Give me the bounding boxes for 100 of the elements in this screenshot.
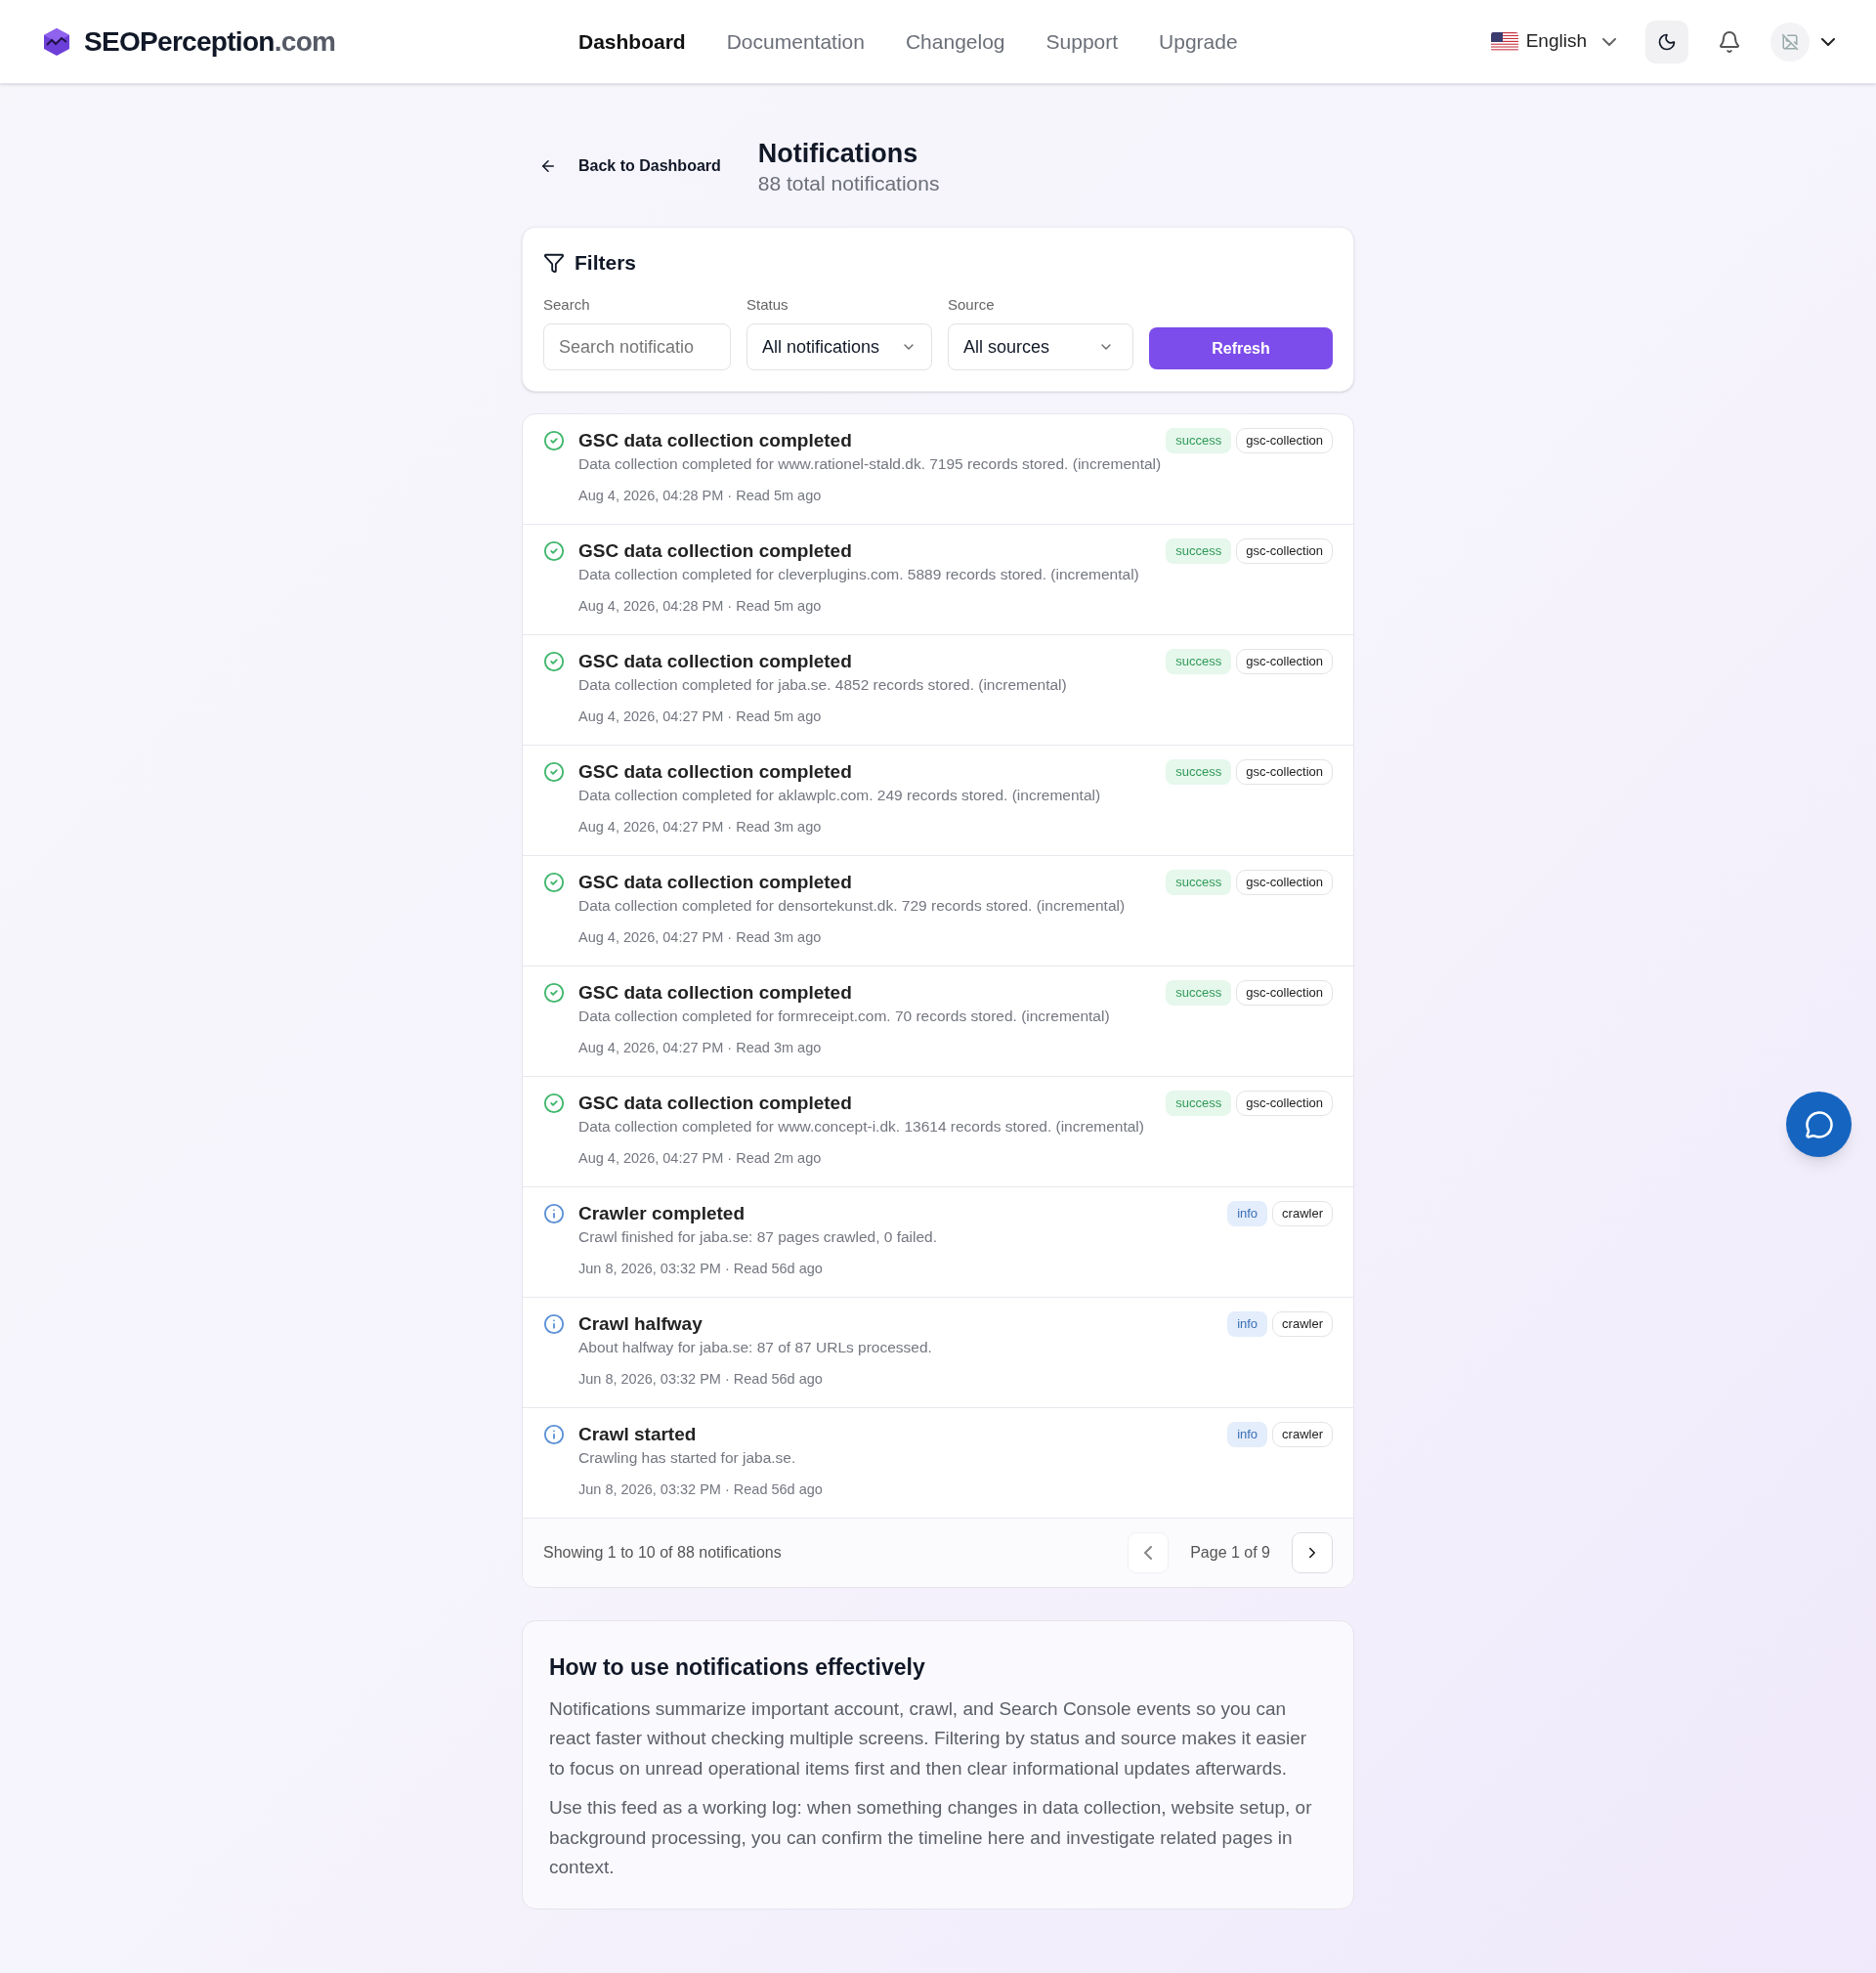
notification-timestamp: Jun 8, 2026, 03:32 PM · Read 56d ago — [578, 1370, 824, 1389]
notification-title: GSC data collection completed — [578, 760, 852, 784]
check-circle-icon — [543, 540, 565, 562]
notification-timestamp: Aug 4, 2026, 04:27 PM · Read 2m ago — [578, 1149, 823, 1168]
notifications-bell-icon[interactable] — [1718, 29, 1741, 54]
notification-row[interactable]: GSC data collection completed success gsc-collection Data collection completed for aklawplc.com. 249 records stored. (incremental) Aug 4, 2026, 04:27 PM · Read 3m ago — [523, 746, 1353, 856]
check-circle-icon — [543, 761, 565, 783]
source-badge: crawler — [1272, 1201, 1333, 1226]
info-icon — [543, 1313, 565, 1335]
info-icon — [543, 1424, 565, 1445]
chevron-down-icon — [1602, 37, 1616, 46]
source-select[interactable]: All sources — [948, 323, 1133, 370]
status-badge: success — [1166, 428, 1232, 453]
chevron-down-icon — [1821, 37, 1835, 46]
notification-timestamp: Aug 4, 2026, 04:27 PM · Read 3m ago — [578, 818, 823, 836]
notification-message: Data collection completed for cleverplugins.com. 5889 records stored. (incremental) — [578, 565, 1140, 584]
notification-message: Data collection completed for formreceipt.com. 70 records stored. (incremental) — [578, 1007, 1111, 1026]
search-field[interactable]: Search notificatio — [543, 323, 731, 370]
field-label: Status — [746, 294, 789, 315]
notification-row[interactable]: GSC data collection completed success gsc-collection Data collection completed for cleverplugins.com. 5889 records stored. (incremental) Aug 4, 2026, 04:28 PM · Read 5m ago — [523, 525, 1353, 635]
notification-title: Crawl started — [578, 1423, 697, 1446]
help-paragraph: Use this feed as a working log: when something changes in data collection, website setup, or background processing, you can confirm the timeline here and investigate related pages in context. — [549, 1796, 1313, 1879]
help-paragraph: Notifications summarize important account, crawl, and Search Console events so you can react faster without checking multiple screens. Filtering by status and source makes it easier to focus on unread operational items first and then clear informational updates afterwards. — [549, 1696, 1308, 1780]
notification-timestamp: Jun 8, 2026, 03:32 PM · Read 56d ago — [578, 1260, 824, 1278]
nav-link[interactable]: Support — [1045, 25, 1119, 58]
notification-row[interactable]: GSC data collection completed success gsc-collection Data collection completed for jaba.se. 4852 records stored. (incremental) Aug 4, 2026, 04:27 PM · Read 5m ago — [523, 635, 1353, 746]
status-badge: success — [1166, 870, 1232, 895]
notification-timestamp: Jun 8, 2026, 03:32 PM · Read 56d ago — [578, 1480, 824, 1499]
pagination-summary: Showing 1 to 10 of 88 notifications — [543, 1543, 782, 1563]
notification-message: Data collection completed for jaba.se. 4852 records stored. (incremental) — [578, 675, 1068, 695]
notification-title: GSC data collection completed — [578, 871, 852, 894]
status-badge: success — [1166, 538, 1232, 564]
status-badge: info — [1227, 1311, 1268, 1337]
back-to-dashboard-link[interactable]: Back to Dashboard — [539, 154, 721, 178]
nav-link[interactable]: Changelog — [905, 25, 1005, 58]
status-badge: success — [1166, 649, 1232, 674]
back-link-text: Back to Dashboard — [578, 156, 721, 176]
notification-row[interactable]: GSC data collection completed success gsc-collection Data collection completed for densortekunst.dk. 729 records stored. (incremental) Aug 4, 2026, 04:27 PM · Read 3m ago — [523, 856, 1353, 966]
notification-row[interactable]: GSC data collection completed success gsc-collection Data collection completed for www.concept-i.dk. 13614 records stored. (incremental) Aug 4, 2026, 04:27 PM · Read 2m ago — [523, 1077, 1353, 1187]
chat-button[interactable] — [1786, 1092, 1852, 1157]
notification-title: GSC data collection completed — [578, 650, 852, 673]
notification-title: Crawler completed — [578, 1202, 745, 1225]
source-badge: crawler — [1272, 1311, 1333, 1337]
filter-icon — [543, 251, 565, 274]
cube-logo-icon — [41, 25, 72, 58]
refresh-button[interactable]: Refresh — [1149, 327, 1333, 369]
source-badge: gsc-collection — [1236, 1091, 1333, 1116]
page-indicator: Page 1 of 9 — [1190, 1543, 1270, 1563]
moon-icon — [1657, 31, 1677, 52]
chevron-left-icon — [1144, 1546, 1153, 1560]
status-badge: success — [1166, 759, 1232, 785]
notification-timestamp: Aug 4, 2026, 04:27 PM · Read 5m ago — [578, 708, 823, 726]
notification-timestamp: Aug 4, 2026, 04:28 PM · Read 5m ago — [578, 487, 823, 505]
status-select[interactable]: All notifications — [746, 323, 932, 370]
field-label: Source — [948, 294, 996, 315]
status-badge: info — [1227, 1201, 1268, 1226]
source-badge: gsc-collection — [1236, 980, 1333, 1006]
notification-row[interactable]: GSC data collection completed success gsc-collection Data collection completed for www.rationel-stald.dk. 7195 records stored. (incremental) Aug 4, 2026, 04:28 PM · Read 5m ago — [523, 414, 1353, 525]
source-badge: gsc-collection — [1236, 759, 1333, 785]
help-heading: How to use notifications effectively — [549, 1653, 926, 1682]
check-circle-icon — [543, 430, 565, 451]
status-badge: info — [1227, 1422, 1268, 1447]
notification-title: GSC data collection completed — [578, 429, 852, 452]
notification-row[interactable]: Crawler completed info crawler Crawl finished for jaba.se: 87 pages crawled, 0 failed. Jun 8, 2026, 03:32 PM · Read 56d ago — [523, 1187, 1353, 1298]
notification-row[interactable]: Crawl halfway info crawler About halfway for jaba.se: 87 of 87 URLs processed. Jun 8, 2026, 03:32 PM · Read 56d ago — [523, 1298, 1353, 1408]
nav-link[interactable]: Dashboard — [578, 25, 686, 58]
source-badge: gsc-collection — [1236, 428, 1333, 453]
check-circle-icon — [543, 1093, 565, 1114]
chat-bubble-icon — [1804, 1109, 1834, 1139]
nav-link[interactable]: Documentation — [726, 25, 865, 58]
check-circle-icon — [543, 982, 565, 1004]
page-title: Notifications — [757, 138, 919, 170]
notification-message: Crawling has started for jaba.se. — [578, 1448, 797, 1468]
notification-message: About halfway for jaba.se: 87 of 87 URLs processed. — [578, 1338, 933, 1357]
source-badge: gsc-collection — [1236, 870, 1333, 895]
brand-name[interactable]: SEOPerception.com — [84, 21, 336, 63]
notification-timestamp: Aug 4, 2026, 04:28 PM · Read 5m ago — [578, 597, 823, 616]
notification-title: GSC data collection completed — [578, 1092, 852, 1115]
theme-toggle-button[interactable] — [1645, 20, 1688, 64]
source-badge: crawler — [1272, 1422, 1333, 1447]
info-icon — [543, 1203, 565, 1224]
filters-heading: Filters — [575, 250, 637, 276]
notification-message: Data collection completed for aklawplc.com. 249 records stored. (incremental) — [578, 786, 1102, 805]
notification-message: Crawl finished for jaba.se: 87 pages crawled, 0 failed. — [578, 1227, 939, 1247]
notification-timestamp: Aug 4, 2026, 04:27 PM · Read 3m ago — [578, 1039, 823, 1057]
check-circle-icon — [543, 651, 565, 672]
field-label: Search — [543, 294, 591, 315]
nav-link[interactable]: Upgrade — [1159, 25, 1238, 58]
notification-title: GSC data collection completed — [578, 539, 852, 563]
language-selector[interactable]: English — [1490, 27, 1616, 56]
notification-title: GSC data collection completed — [578, 981, 852, 1005]
page-subtitle: 88 total notifications — [757, 171, 940, 196]
source-badge: gsc-collection — [1236, 649, 1333, 674]
status-badge: success — [1166, 980, 1232, 1006]
broken-image-icon — [1781, 32, 1799, 51]
notification-row[interactable]: GSC data collection completed success gsc-collection Data collection completed for formreceipt.com. 70 records stored. (incremental) Aug 4, 2026, 04:27 PM · Read 3m ago — [523, 966, 1353, 1077]
us-flag-icon — [1490, 31, 1518, 52]
notification-message: Data collection completed for www.concept-i.dk. 13614 records stored. (incremental) — [578, 1117, 1145, 1137]
check-circle-icon — [543, 872, 565, 893]
notification-timestamp: Aug 4, 2026, 04:27 PM · Read 3m ago — [578, 928, 823, 947]
